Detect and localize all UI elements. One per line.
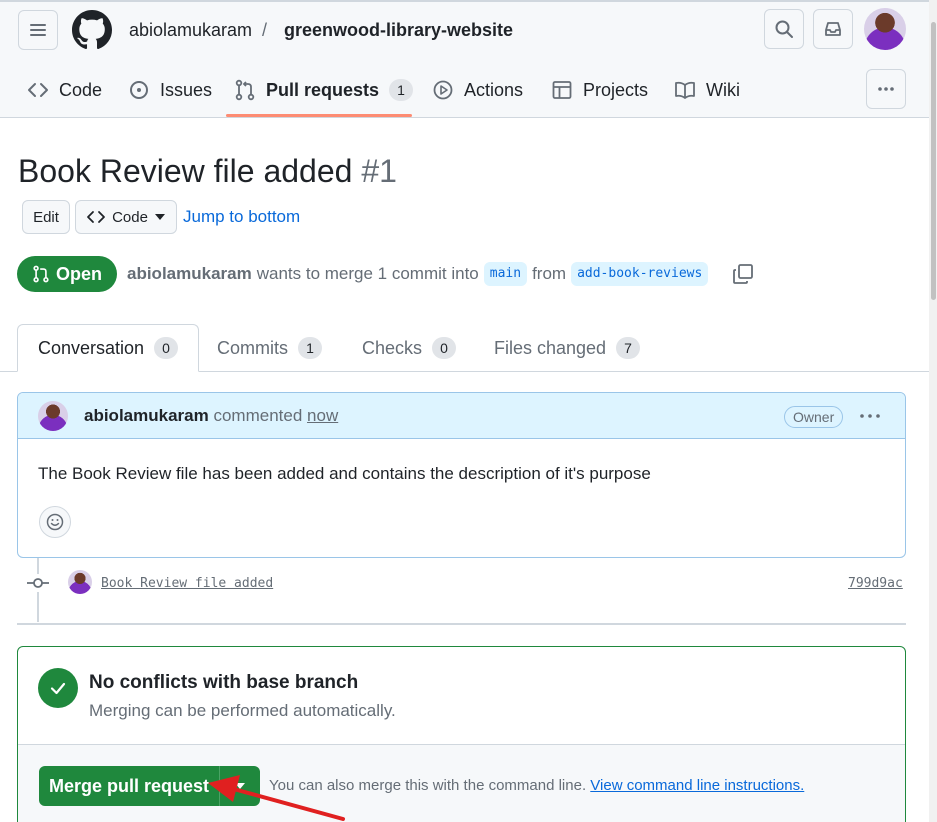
merge-pull-request-button[interactable]: Merge pull request xyxy=(39,766,220,806)
comment-timestamp[interactable]: now xyxy=(307,406,338,425)
nav-issues-label: Issues xyxy=(160,79,213,100)
search-button[interactable] xyxy=(764,9,804,49)
search-icon xyxy=(775,20,793,38)
tab-commits-count: 1 xyxy=(298,337,322,359)
table-icon xyxy=(552,81,572,99)
nav-wiki-label: Wiki xyxy=(706,79,740,100)
nav-code-label: Code xyxy=(59,79,103,100)
menu-icon xyxy=(30,24,46,36)
jump-to-bottom-link[interactable]: Jump to bottom xyxy=(183,207,300,227)
pr-state-label: Open xyxy=(55,263,102,284)
tab-files-changed[interactable]: Files changed 7 xyxy=(494,324,641,372)
tab-files-changed-label: Files changed xyxy=(494,337,607,358)
kebab-icon xyxy=(878,87,894,91)
edit-title-button[interactable]: Edit xyxy=(22,200,70,234)
github-logo-icon xyxy=(72,10,112,50)
tab-files-changed-count: 7 xyxy=(616,337,641,359)
inbox-button[interactable] xyxy=(813,9,853,49)
edit-button-label: Edit xyxy=(33,208,59,226)
merge-box: No conflicts with base branch Merging ca… xyxy=(17,646,906,822)
play-icon xyxy=(433,80,453,100)
nav-projects-label: Projects xyxy=(583,79,649,100)
comment-meta: abiolamukaram commented now xyxy=(84,405,338,427)
tab-checks-count: 0 xyxy=(432,337,457,359)
comment-avatar[interactable] xyxy=(38,401,68,431)
tab-checks-label: Checks xyxy=(362,337,423,358)
check-icon xyxy=(50,682,66,695)
user-avatar[interactable] xyxy=(864,8,906,50)
merge-button-label: Merge pull request xyxy=(48,775,210,796)
kebab-icon xyxy=(860,414,880,418)
nav-projects[interactable]: Projects xyxy=(551,76,648,104)
pr-title-text: Book Review file added xyxy=(18,153,353,189)
comment-action: commented xyxy=(213,406,303,425)
nav-pull-requests-label: Pull requests xyxy=(266,79,380,100)
pr-comment: abiolamukaram commented now Owner The Bo… xyxy=(17,392,906,558)
base-branch[interactable]: main xyxy=(483,262,528,286)
merge-footer: Merge pull request You can also merge th… xyxy=(18,744,905,822)
pr-state-badge: Open xyxy=(17,256,117,292)
inbox-icon xyxy=(825,22,841,36)
nav-pull-requests-count: 1 xyxy=(389,79,414,101)
breadcrumb-repo[interactable]: greenwood-library-website xyxy=(284,18,513,42)
head-branch[interactable]: add-book-reviews xyxy=(571,262,709,286)
breadcrumb-separator: / xyxy=(262,20,268,40)
code-dropdown-button[interactable]: Code xyxy=(75,200,177,234)
code-button-label: Code xyxy=(112,208,148,226)
tab-checks[interactable]: Checks 0 xyxy=(362,324,457,372)
scrollbar-thumb[interactable] xyxy=(931,22,936,300)
add-reaction-button[interactable] xyxy=(39,506,71,538)
issue-icon xyxy=(130,81,148,99)
annotation-arrow xyxy=(208,775,345,821)
owner-badge: Owner xyxy=(784,406,844,428)
nav-actions[interactable]: Actions xyxy=(432,76,523,104)
pr-title: Book Review file added #1 xyxy=(18,150,397,192)
nav-wiki[interactable]: Wiki xyxy=(674,76,740,104)
pull-request-icon xyxy=(33,265,49,283)
pr-from-text: from xyxy=(532,264,567,283)
comment-body: The Book Review file has been added and … xyxy=(38,464,651,483)
comment-author[interactable]: abiolamukaram xyxy=(84,406,209,425)
nav-actions-label: Actions xyxy=(464,79,524,100)
merge-status-subtitle: Merging can be performed automatically. xyxy=(89,701,396,720)
code-icon xyxy=(87,211,105,223)
smiley-icon xyxy=(46,513,64,531)
code-icon xyxy=(28,83,48,97)
more-nav-button[interactable] xyxy=(866,69,906,109)
pr-number: #1 xyxy=(361,153,397,189)
breadcrumb-owner[interactable]: abiolamukaram xyxy=(129,18,252,42)
timeline-divider xyxy=(17,623,906,625)
tab-commits-label: Commits xyxy=(217,337,288,358)
tab-conversation-count: 0 xyxy=(154,337,179,359)
menu-button[interactable] xyxy=(18,10,58,50)
github-logo[interactable] xyxy=(72,10,112,50)
comment-options-button[interactable] xyxy=(858,407,882,425)
commit-icon xyxy=(27,578,49,588)
merge-status-icon xyxy=(38,668,78,708)
active-tab-underline xyxy=(226,114,412,117)
tab-conversation-label: Conversation xyxy=(38,337,145,358)
nav-code[interactable]: Code xyxy=(27,76,102,104)
cli-instructions-link[interactable]: View command line instructions. xyxy=(590,777,804,794)
tab-commits[interactable]: Commits 1 xyxy=(217,324,322,372)
merge-status-title: No conflicts with base branch xyxy=(89,672,359,693)
copy-branch-button[interactable] xyxy=(732,263,754,285)
pr-summary-text: wants to merge 1 commit into xyxy=(256,264,479,283)
commit-avatar[interactable] xyxy=(68,570,92,594)
tab-conversation[interactable]: Conversation 0 xyxy=(17,324,200,372)
commit-message-link[interactable]: Book Review file added xyxy=(101,576,273,591)
commit-node xyxy=(27,574,49,592)
nav-issues[interactable]: Issues xyxy=(128,76,212,104)
pull-request-icon xyxy=(235,79,255,101)
book-icon xyxy=(675,81,695,99)
pr-author-link[interactable]: abiolamukaram xyxy=(127,262,252,286)
commit-sha-link[interactable]: 799d9ac xyxy=(848,576,903,591)
nav-pull-requests[interactable]: Pull requests 1 xyxy=(234,76,414,104)
pr-summary: abiolamukaram wants to merge 1 commit in… xyxy=(127,262,709,286)
triangle-down-icon xyxy=(154,214,165,220)
copy-icon xyxy=(733,264,753,284)
